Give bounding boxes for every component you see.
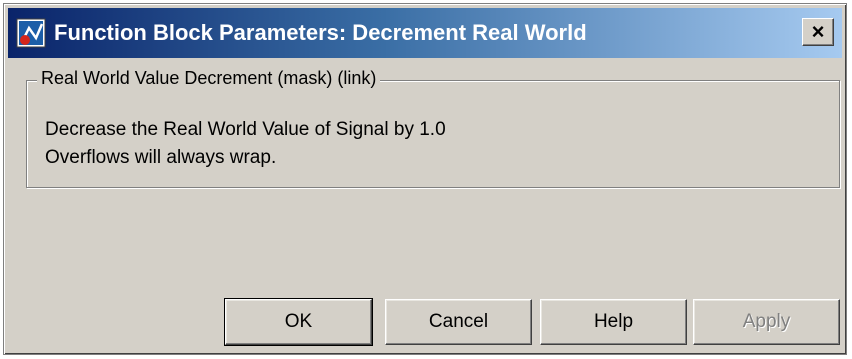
window-title: Function Block Parameters: Decrement Rea… (54, 20, 587, 45)
title-bar[interactable]: Function Block Parameters: Decrement Rea… (8, 8, 842, 58)
apply-button[interactable]: Apply (693, 299, 840, 345)
cancel-button[interactable]: Cancel (385, 299, 532, 345)
simulink-block-icon (16, 18, 46, 48)
group-legend: Real World Value Decrement (mask) (link) (37, 68, 381, 89)
description-line-1: Decrease the Real World Value of Signal … (45, 119, 446, 140)
description-text: Decrease the Real World Value of Signal … (45, 116, 446, 172)
help-button[interactable]: Help (540, 299, 687, 345)
ok-button[interactable]: OK (224, 298, 373, 346)
close-icon: × (811, 19, 825, 44)
close-button[interactable]: × (802, 18, 834, 46)
description-line-2: Overflows will always wrap. (45, 147, 277, 168)
mask-description-group: Real World Value Decrement (mask) (link)… (26, 68, 840, 188)
dialog-window: Function Block Parameters: Decrement Rea… (3, 3, 847, 355)
